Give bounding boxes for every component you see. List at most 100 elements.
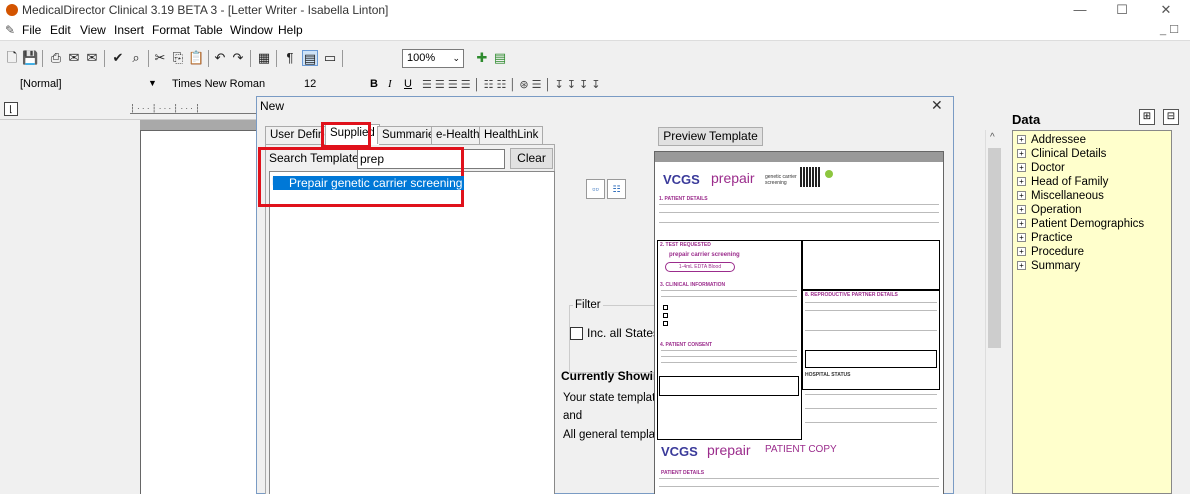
expand-icon[interactable]: + xyxy=(1017,261,1026,270)
details-view-icon[interactable]: ☷ xyxy=(607,179,626,199)
style-dropdown-icon[interactable]: ▼ xyxy=(148,78,157,88)
menu-help[interactable]: Help xyxy=(278,23,303,37)
preview-section-test: 2. TEST REQUESTED xyxy=(660,242,711,248)
spellcheck-icon[interactable]: ✔ xyxy=(110,50,126,66)
show-formatting-icon[interactable]: ¶ xyxy=(282,50,298,66)
tree-item-summary[interactable]: + Summary xyxy=(1017,259,1080,273)
expand-all-icon[interactable]: ⊞ xyxy=(1139,109,1155,125)
preview-sample: 1-4mL EDTA Blood xyxy=(665,262,735,272)
menu-table[interactable]: Table xyxy=(194,23,223,37)
tab-stop-selector-icon[interactable]: ⌊ xyxy=(4,102,18,116)
data-panel-icon[interactable]: ▤ xyxy=(492,50,508,66)
vcgs-logo-copy: VCGS xyxy=(661,444,698,459)
expand-icon[interactable]: + xyxy=(1017,233,1026,242)
menu-view[interactable]: View xyxy=(80,23,106,37)
tree-item-patient-demographics[interactable]: + Patient Demographics xyxy=(1017,217,1144,231)
copy-icon[interactable]: ⎘ xyxy=(170,50,186,66)
tree-item-addressee[interactable]: + Addressee xyxy=(1017,133,1086,147)
mdi-window-controls[interactable]: _ ☐ xyxy=(1160,23,1179,36)
showing-line-and: and xyxy=(563,410,583,422)
expand-icon[interactable]: + xyxy=(1017,219,1026,228)
tree-item-operation[interactable]: + Operation xyxy=(1017,203,1082,217)
print-icon[interactable]: ⎙ xyxy=(48,50,64,66)
minimize-button[interactable]: — xyxy=(1060,0,1100,20)
standard-toolbar: 🗋 💾 ⎙ ✉ ✉ ✔ ⌕ ✂ ⎘ 📋 ↶ ↷ ▦ ¶ ▤ ▭ 100% ⌄ ✚… xyxy=(0,40,1190,74)
insert-field-icon[interactable]: ✚ xyxy=(474,50,490,66)
expand-icon[interactable]: + xyxy=(1017,163,1026,172)
new-document-icon[interactable]: 🗋 xyxy=(4,50,20,66)
font-select[interactable]: Times New Roman xyxy=(172,78,265,90)
scrollbar-thumb[interactable] xyxy=(988,148,1001,348)
template-list-item[interactable]: Prepair genetic carrier screening xyxy=(273,176,465,190)
expand-icon[interactable]: + xyxy=(1017,191,1026,200)
data-panel-title: Data xyxy=(1012,112,1041,127)
zoom-select[interactable]: 100% ⌄ xyxy=(402,49,464,68)
undo-icon[interactable]: ↶ xyxy=(212,50,228,66)
collapse-all-icon[interactable]: ⊟ xyxy=(1163,109,1179,125)
cut-icon[interactable]: ✂ xyxy=(152,50,168,66)
redo-icon[interactable]: ↷ xyxy=(230,50,246,66)
font-size-select[interactable]: 12 xyxy=(304,78,316,90)
formatting-toolbar: [Normal] ▼ Times New Roman 12 B I U ☰ ☰ … xyxy=(0,74,1190,98)
find-icon[interactable]: ⌕ xyxy=(128,50,144,66)
bold-button[interactable]: B xyxy=(370,78,378,90)
template-results-list: ▤ Prepair genetic carrier screening xyxy=(258,147,555,494)
document-menu-icon[interactable]: ✎ xyxy=(5,23,15,37)
toolbar-separator xyxy=(250,50,251,67)
preview-rule xyxy=(659,486,939,487)
tab-healthlink[interactable]: HealthLink xyxy=(479,126,544,144)
menu-format[interactable]: Format xyxy=(152,23,190,37)
menu-bar: ✎ File Edit View Insert Format Table Win… xyxy=(0,20,1190,40)
window-title: MedicalDirector Clinical 3.19 BETA 3 - [… xyxy=(22,3,389,17)
tree-item-clinical-details[interactable]: + Clinical Details xyxy=(1017,147,1106,161)
preview-patient-copy: PATIENT COPY xyxy=(765,444,837,455)
style-select[interactable]: [Normal] xyxy=(16,76,154,95)
page-layout-icon[interactable]: ▤ xyxy=(302,50,318,66)
toolbar-separator xyxy=(148,50,149,67)
expand-icon[interactable]: + xyxy=(1017,135,1026,144)
print-preview-icon[interactable]: ✉ xyxy=(66,50,82,66)
insert-table-icon[interactable]: ▦ xyxy=(256,50,272,66)
new-template-dialog: New ✕ User Defined Supplied Summaries e-… xyxy=(256,96,954,494)
document-margin xyxy=(0,120,140,494)
envelope-icon[interactable]: ✉ xyxy=(84,50,100,66)
expand-icon[interactable]: + xyxy=(1017,205,1026,214)
prepair-brand-copy: prepair xyxy=(707,442,751,458)
alignment-buttons[interactable]: ☰ ☰ ☰ ☰ │ ☷ ☷ │ ⊛ ☰ │ ↧ ↧ ↧ ↧ xyxy=(422,78,601,91)
expand-icon[interactable]: + xyxy=(1017,247,1026,256)
maximize-button[interactable]: ☐ xyxy=(1102,0,1142,20)
preview-right-box-1 xyxy=(802,240,940,290)
leaf-logo-icon xyxy=(825,170,833,178)
menu-window[interactable]: Window xyxy=(230,23,273,37)
tree-item-practice[interactable]: + Practice xyxy=(1017,231,1073,245)
ruler-strip[interactable]: ┆ · · · ┆ · · · ┆ · · · ┆ xyxy=(130,104,258,114)
close-window-button[interactable]: ✕ xyxy=(1146,0,1186,20)
document-page[interactable] xyxy=(140,130,258,494)
expand-icon[interactable]: + xyxy=(1017,177,1026,186)
tree-item-procedure[interactable]: + Procedure xyxy=(1017,245,1084,259)
paste-icon[interactable]: 📋 xyxy=(188,50,204,66)
expand-icon[interactable]: + xyxy=(1017,149,1026,158)
preview-signature-box xyxy=(659,376,799,396)
dialog-close-button[interactable]: ✕ xyxy=(931,97,943,114)
data-tree: + Addressee + Clinical Details + Doctor + He… xyxy=(1012,130,1172,494)
tab-e-health[interactable]: e-Health xyxy=(431,126,485,144)
inc-all-states-label: Inc. all States xyxy=(587,326,660,340)
menu-file[interactable]: File xyxy=(22,23,41,37)
italic-button[interactable]: I xyxy=(388,78,392,90)
inc-all-states-checkbox[interactable] xyxy=(570,327,583,340)
underline-button[interactable]: U xyxy=(404,78,412,90)
list-view-icon[interactable]: ▫▫ xyxy=(586,179,605,199)
clear-button[interactable]: Clear xyxy=(510,148,553,169)
menu-insert[interactable]: Insert xyxy=(114,23,144,37)
preview-template-button[interactable]: Preview Template xyxy=(658,127,763,146)
save-icon[interactable]: 💾 xyxy=(22,50,38,66)
tree-item-miscellaneous[interactable]: + Miscellaneous xyxy=(1017,189,1104,203)
preview-section-partner: 8. REPRODUCTIVE PARTNER DETAILS xyxy=(805,292,898,298)
open-folder-icon[interactable]: ▭ xyxy=(322,50,338,66)
scroll-up-icon[interactable]: ^ xyxy=(990,132,995,143)
menu-edit[interactable]: Edit xyxy=(50,23,71,37)
tree-item-head-of-family[interactable]: + Head of Family xyxy=(1017,175,1108,189)
vertical-scrollbar[interactable]: ^ xyxy=(985,130,1002,494)
tree-item-doctor[interactable]: + Doctor xyxy=(1017,161,1065,175)
